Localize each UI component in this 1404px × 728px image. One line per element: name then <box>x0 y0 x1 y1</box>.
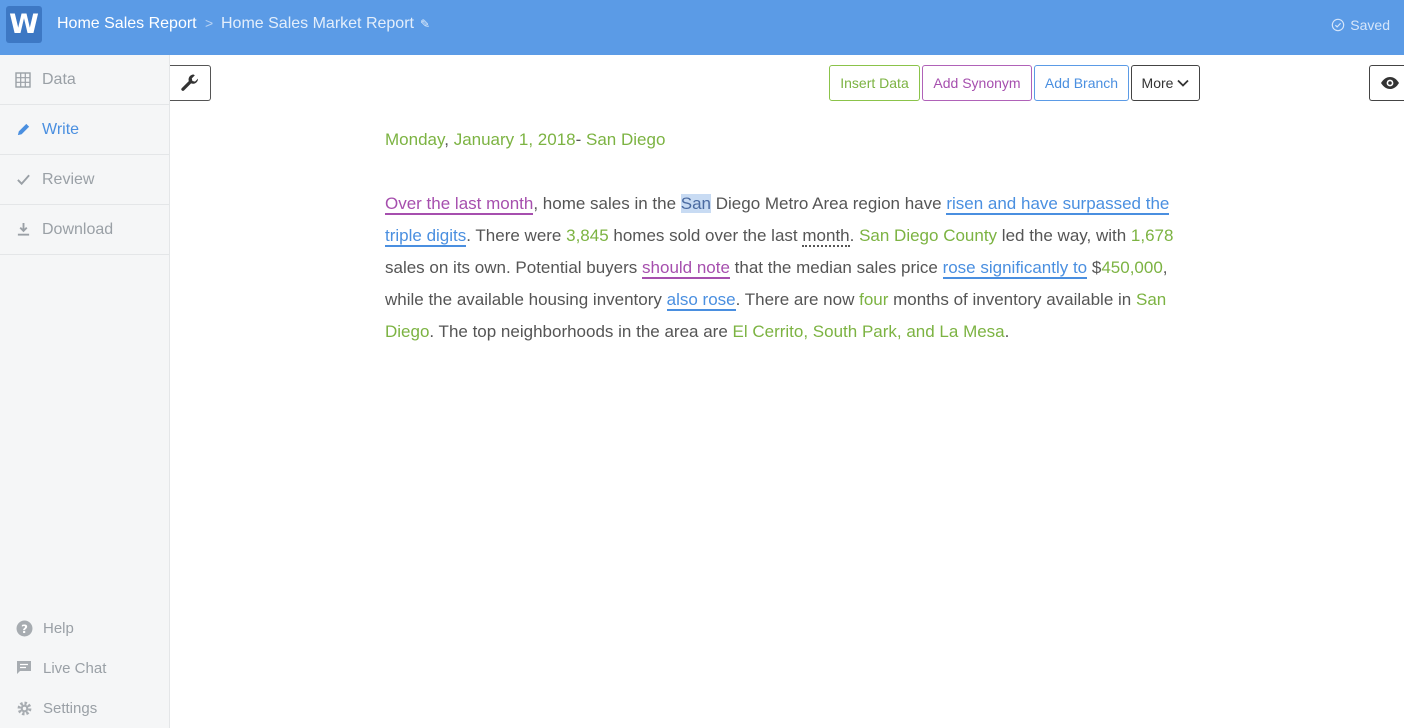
sidebar-bottom-nav: ? Help Live Chat Settings <box>0 608 170 728</box>
insert-data-button[interactable]: Insert Data <box>829 65 920 101</box>
sidebar-item-review[interactable]: Review <box>0 155 169 205</box>
sidebar-item-label: Download <box>42 220 114 238</box>
breadcrumb-project[interactable]: Home Sales Report <box>57 15 197 33</box>
top-bar: W Home Sales Report > Home Sales Market … <box>0 0 1404 55</box>
wrench-icon <box>181 74 199 91</box>
app-logo[interactable]: W <box>6 6 42 43</box>
svg-text:?: ? <box>21 621 28 635</box>
selected-text[interactable]: San <box>680 194 712 213</box>
branch-rose-significantly[interactable]: rose significantly to <box>942 258 1088 279</box>
settings-link[interactable]: Settings <box>0 688 170 728</box>
chat-icon <box>15 659 33 677</box>
add-synonym-button[interactable]: Add Synonym <box>922 65 1032 101</box>
data-field-neighborhoods[interactable]: El Cerrito, South Park, and La Mesa <box>733 322 1005 341</box>
text-segment: , home sales in the <box>533 194 681 213</box>
check-circle-icon <box>1332 18 1345 32</box>
settings-label: Settings <box>43 699 98 717</box>
saved-label: Saved <box>1350 17 1390 33</box>
date-comma: , <box>444 130 449 149</box>
text-segment: . There are now <box>735 290 860 309</box>
check-icon <box>14 171 32 189</box>
text-segment: that the median sales price <box>729 258 943 277</box>
gear-icon <box>15 699 33 717</box>
branch-also-rose[interactable]: also rose <box>666 290 736 311</box>
text-segment: months of inventory available in <box>888 290 1136 309</box>
more-dropdown[interactable]: More <box>1131 65 1200 101</box>
sidebar: Data Write Review Download ? Help Live C… <box>0 55 170 728</box>
synonym-over-last-month[interactable]: Over the last month <box>385 194 534 215</box>
help-link[interactable]: ? Help <box>0 608 170 648</box>
saved-status: Saved <box>1331 17 1390 33</box>
data-field-day[interactable]: Monday <box>385 130 444 149</box>
download-icon <box>14 221 32 239</box>
text-segment: . <box>1004 322 1010 341</box>
add-branch-button[interactable]: Add Branch <box>1034 65 1129 101</box>
data-field-median-price[interactable]: 450,000 <box>1101 258 1162 277</box>
data-field-date[interactable]: January 1, 2018 <box>454 130 576 149</box>
pencil-icon <box>14 121 32 139</box>
text-segment: . <box>849 226 860 245</box>
text-segment: sales on its own. Potential buyers <box>385 258 643 277</box>
help-icon: ? <box>15 619 33 637</box>
synonym-should-note[interactable]: should note <box>642 258 730 279</box>
data-field-homes-sold[interactable]: 3,845 <box>566 226 609 245</box>
sidebar-item-label: Data <box>42 70 76 88</box>
sidebar-item-data[interactable]: Data <box>0 55 169 105</box>
data-field-county-sales[interactable]: 1,678 <box>1131 226 1174 245</box>
sidebar-item-label: Review <box>42 170 95 188</box>
grid-icon <box>14 71 32 89</box>
text-segment: . The top neighborhoods in the area are <box>429 322 733 341</box>
text-segment: $ <box>1087 258 1102 277</box>
data-field-county[interactable]: San Diego County <box>859 226 997 245</box>
text-segment: led the way, with <box>997 226 1131 245</box>
text-segment: . There were <box>466 226 567 245</box>
chevron-down-icon <box>1177 79 1190 87</box>
data-field-city[interactable]: San Diego <box>586 130 665 149</box>
sidebar-item-label: Write <box>42 120 80 138</box>
eye-icon <box>1380 77 1399 89</box>
text-segment: Diego Metro Area region have <box>711 194 947 213</box>
flagged-word-month[interactable]: month <box>802 226 850 247</box>
tools-button[interactable] <box>170 65 211 101</box>
breadcrumb-report[interactable]: Home Sales Market Report ✎ <box>221 15 430 33</box>
breadcrumb-separator: > <box>205 15 214 31</box>
live-chat-link[interactable]: Live Chat <box>0 648 170 688</box>
live-chat-label: Live Chat <box>43 659 107 677</box>
breadcrumb-report-label: Home Sales Market Report <box>221 15 414 32</box>
sidebar-item-download[interactable]: Download <box>0 205 169 255</box>
sidebar-item-write[interactable]: Write <box>0 105 169 155</box>
edit-title-pencil-icon[interactable]: ✎ <box>420 17 430 31</box>
help-label: Help <box>43 619 74 637</box>
date-dash: - <box>575 130 582 149</box>
data-field-months-inventory[interactable]: four <box>859 290 888 309</box>
report-dateline: Monday, January 1, 2018- San Diego <box>385 130 665 150</box>
text-segment: homes sold over the last <box>608 226 803 245</box>
report-paragraph[interactable]: Over the last month, home sales in the S… <box>385 188 1175 348</box>
more-label: More <box>1141 75 1174 91</box>
preview-button[interactable] <box>1369 65 1404 101</box>
